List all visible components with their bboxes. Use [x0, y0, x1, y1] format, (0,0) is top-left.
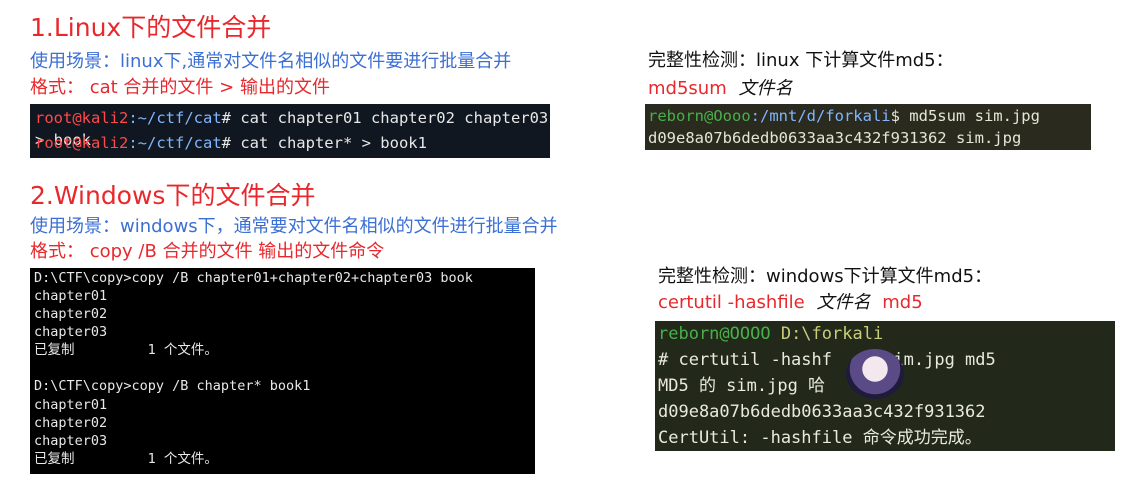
- linux-terminal-cat: root@kali2:~/ctf/cat# cat chapter01 chap…: [30, 104, 550, 158]
- terminal-line: chapter03: [34, 324, 108, 340]
- terminal-line: reborn@Oooo:/mnt/d/forkali$ md5sum sim.j…: [648, 105, 1040, 127]
- section2-usage: 使用场景：windows下，通常要对文件名相似的文件进行批量合并: [30, 216, 558, 237]
- terminal-line: 已复制 1 个文件。: [34, 451, 218, 467]
- integrity-linux-cmd: md5sum 文件名: [648, 74, 792, 100]
- linux-terminal-md5: reborn@Oooo:/mnt/d/forkali$ md5sum sim.j…: [645, 104, 1091, 150]
- section1-usage: 使用场景：linux下,通常对文件名相似的文件要进行批量合并: [30, 51, 512, 72]
- terminal-line: root@kali2:~/ctf/cat# cat chapter* > boo…: [35, 132, 427, 154]
- terminal-line: chapter02: [34, 306, 108, 322]
- cmd-label: md5sum: [648, 78, 727, 99]
- integrity-windows-cmd: certutil -hashfile 文件名 md5: [658, 288, 923, 314]
- prompt-path: D:\forkali: [770, 324, 884, 344]
- prompt-path: :~/ctf/cat: [128, 109, 222, 127]
- terminal-output: d09e8a07b6dedb0633aa3c432f931362 sim.jpg: [648, 129, 1022, 147]
- integrity-linux-title: 完整性检测：linux 下计算文件md5：: [648, 50, 954, 71]
- prompt-user: root@kali2: [35, 134, 129, 152]
- prompt-user: reborn@Oooo: [648, 107, 751, 125]
- section2-title: 2.Windows下的文件合并: [30, 181, 316, 210]
- terminal-line: D:\CTF\copy>copy /B chapter* book1: [34, 378, 311, 394]
- integrity-windows-title: 完整性检测：windows下计算文件md5：: [658, 266, 993, 287]
- section1-title: 1.Linux下的文件合并: [30, 13, 272, 42]
- terminal-line: D:\CTF\copy>copy /B chapter01+chapter02+…: [34, 270, 473, 286]
- terminal-line: chapter02: [34, 415, 108, 431]
- command-text: $ md5sum sim.jpg: [890, 107, 1040, 125]
- terminal-line: 已复制 1 个文件。: [34, 342, 218, 358]
- section1-format: 格式： cat 合并的文件 > 输出的文件: [30, 77, 330, 98]
- terminal-line: chapter01: [34, 397, 108, 413]
- prompt-user: root@kali2: [35, 109, 129, 127]
- terminal-line: CertUtil: -hashfile 命令成功完成。: [658, 428, 982, 448]
- terminal-line: MD5 的 sim.jpg 哈: [658, 376, 826, 396]
- command-text: # cat chapter* > book1: [221, 134, 427, 152]
- terminal-line: chapter01: [34, 288, 108, 304]
- cmd-arg: 文件名: [738, 78, 793, 99]
- terminal-line: chapter03: [34, 433, 108, 449]
- cmd-arg: 文件名: [816, 292, 871, 313]
- terminal-line: root@kali2:~/ctf/cat# cat chapter01 chap…: [35, 107, 550, 149]
- terminal-line: d09e8a07b6dedb0633aa3c432f931362: [658, 402, 986, 422]
- prompt-user: reborn@OOOO: [658, 324, 771, 344]
- section2-format: 格式： copy /B 合并的文件 输出的文件命令: [30, 241, 385, 262]
- terminal-line: reborn@OOOO D:\forkali: [658, 321, 883, 347]
- terminal-line: # certutil -hashf sim.jpg md5: [658, 350, 996, 370]
- windows-terminal-copy: D:\CTF\copy>copy /B chapter01+chapter02+…: [30, 268, 535, 474]
- prompt-path: :/mnt/d/forkali: [750, 107, 891, 125]
- cmd-label: certutil -hashfile: [658, 292, 805, 313]
- avatar: [846, 349, 904, 399]
- cmd-tail: md5: [882, 292, 923, 313]
- prompt-path: :~/ctf/cat: [128, 134, 222, 152]
